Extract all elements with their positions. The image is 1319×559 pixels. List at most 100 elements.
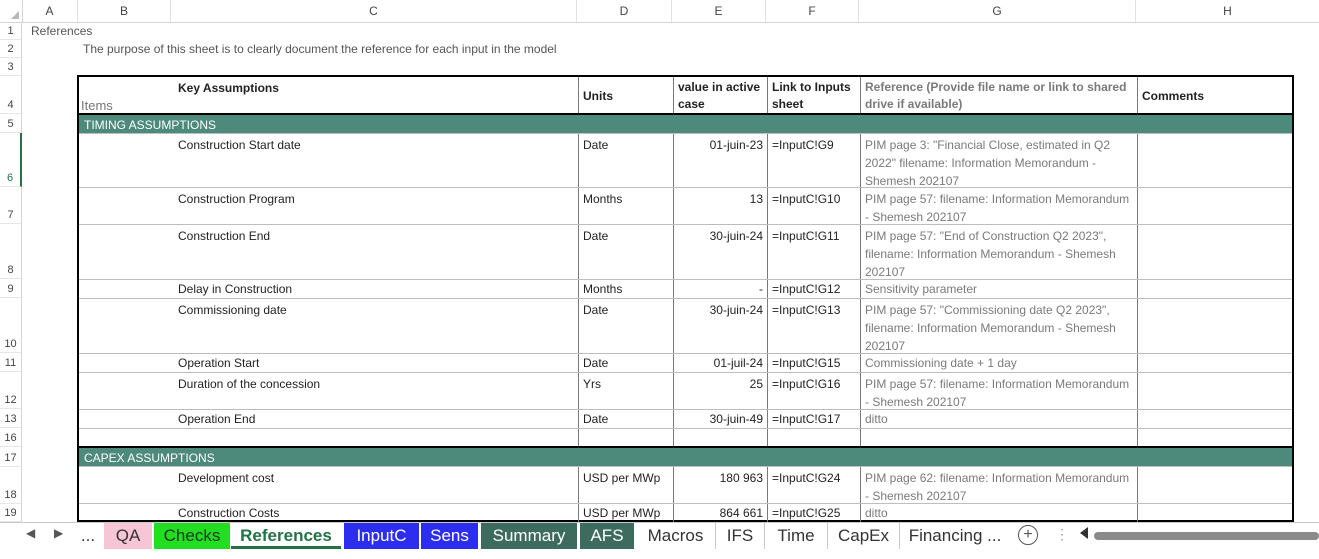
- sheet-title[interactable]: References: [31, 24, 92, 38]
- tab-split-handle-icon[interactable]: ⋮: [1055, 526, 1069, 543]
- value-cell[interactable]: 30-juin-24: [674, 299, 768, 353]
- units-cell[interactable]: Date: [579, 225, 674, 279]
- units-cell[interactable]: Months: [579, 280, 674, 298]
- row-header[interactable]: 12: [0, 372, 22, 409]
- tab-checks[interactable]: Checks: [154, 523, 230, 549]
- table-row[interactable]: Delay in Construction Months - =InputC!G…: [79, 280, 1292, 299]
- column-header-d[interactable]: D: [577, 0, 672, 22]
- assumption-label[interactable]: Duration of the concession: [79, 373, 579, 409]
- units-cell[interactable]: Date: [579, 354, 674, 372]
- units-cell[interactable]: Date: [579, 410, 674, 428]
- row-header[interactable]: 7: [0, 187, 22, 224]
- table-row[interactable]: Construction Start date Date 01-juin-23 …: [79, 134, 1292, 188]
- tab-summary[interactable]: Summary: [481, 523, 577, 549]
- table-row[interactable]: Construction Program Months 13 =InputC!G…: [79, 188, 1292, 225]
- table-row[interactable]: Commissioning date Date 30-juin-24 =Inpu…: [79, 299, 1292, 354]
- table-row[interactable]: Duration of the concession Yrs 25 =Input…: [79, 373, 1292, 410]
- tab-sens[interactable]: Sens: [421, 523, 478, 549]
- tab-macros[interactable]: Macros: [636, 523, 716, 549]
- reference-cell[interactable]: PIM page 57: "End of Construction Q2 202…: [861, 225, 1138, 279]
- row-header[interactable]: 9: [0, 279, 22, 298]
- tab-financing[interactable]: Financing ...: [900, 523, 1010, 549]
- reference-cell[interactable]: Commissioning date + 1 day: [861, 354, 1138, 372]
- empty-cell[interactable]: [768, 429, 861, 446]
- comments-cell[interactable]: [1138, 280, 1292, 298]
- horizontal-scrollbar[interactable]: [1094, 532, 1319, 540]
- row-header[interactable]: 8: [0, 224, 22, 279]
- table-row-empty[interactable]: [79, 429, 1292, 448]
- header-reference[interactable]: Reference (Provide file name or link to …: [861, 77, 1138, 113]
- assumption-label[interactable]: Delay in Construction: [79, 280, 579, 298]
- tab-afs[interactable]: AFS: [580, 523, 634, 549]
- header-units[interactable]: Units: [579, 77, 674, 113]
- empty-cell[interactable]: [674, 429, 768, 446]
- value-cell[interactable]: 30-juin-24: [674, 225, 768, 279]
- link-cell[interactable]: =InputC!G9: [768, 134, 861, 187]
- comments-cell[interactable]: [1138, 134, 1292, 187]
- reference-cell[interactable]: ditto: [861, 410, 1138, 428]
- table-row[interactable]: Operation Start Date 01-juil-24 =InputC!…: [79, 354, 1292, 373]
- header-comments[interactable]: Comments: [1138, 77, 1292, 113]
- link-cell[interactable]: =InputC!G11: [768, 225, 861, 279]
- row-header[interactable]: 19: [0, 504, 22, 522]
- triangle-right-icon[interactable]: ▶: [54, 526, 63, 540]
- empty-cell[interactable]: [79, 429, 579, 446]
- units-cell[interactable]: Yrs: [579, 373, 674, 409]
- link-cell[interactable]: =InputC!G10: [768, 188, 861, 224]
- link-cell[interactable]: =InputC!G24: [768, 467, 861, 503]
- table-row[interactable]: Operation End Date 30-juin-49 =InputC!G1…: [79, 410, 1292, 429]
- tab-references[interactable]: References: [231, 523, 341, 549]
- column-header-f[interactable]: F: [766, 0, 859, 22]
- assumption-label[interactable]: Commissioning date: [79, 299, 579, 353]
- reference-cell[interactable]: PIM page 3: "Financial Close, estimated …: [861, 134, 1138, 187]
- empty-cell[interactable]: [1138, 429, 1292, 446]
- empty-cell[interactable]: [861, 429, 1138, 446]
- assumption-label[interactable]: Operation End: [79, 410, 579, 428]
- select-all-corner[interactable]: [0, 0, 23, 22]
- assumption-label[interactable]: Development cost: [79, 467, 579, 503]
- tab-more[interactable]: ...: [72, 523, 104, 549]
- value-cell[interactable]: 01-juin-23: [674, 134, 768, 187]
- plus-circle-icon[interactable]: +: [1018, 525, 1038, 545]
- header-link[interactable]: Link to Inputs sheet: [768, 77, 861, 113]
- row-header[interactable]: 17: [0, 447, 22, 467]
- table-row[interactable]: Construction Costs USD per MWp 864 661 =…: [79, 504, 1292, 522]
- header-value[interactable]: value in active case: [674, 77, 768, 113]
- header-key-assumptions[interactable]: Key Assumptions Items: [79, 77, 579, 113]
- comments-cell[interactable]: [1138, 373, 1292, 409]
- link-cell[interactable]: =InputC!G15: [768, 354, 861, 372]
- reference-cell[interactable]: ditto: [861, 504, 1138, 522]
- comments-cell[interactable]: [1138, 354, 1292, 372]
- units-cell[interactable]: Date: [579, 134, 674, 187]
- comments-cell[interactable]: [1138, 410, 1292, 428]
- comments-cell[interactable]: [1138, 467, 1292, 503]
- triangle-left-icon[interactable]: ◀: [26, 526, 35, 540]
- comments-cell[interactable]: [1138, 504, 1292, 522]
- link-cell[interactable]: =InputC!G16: [768, 373, 861, 409]
- row-header[interactable]: 3: [0, 58, 22, 76]
- assumption-label[interactable]: Construction Start date: [79, 134, 579, 187]
- link-cell[interactable]: =InputC!G17: [768, 410, 861, 428]
- row-header-selected[interactable]: 6: [0, 133, 22, 187]
- reference-cell[interactable]: PIM page 57: "Commissioning date Q2 2023…: [861, 299, 1138, 353]
- scroll-left-icon[interactable]: [1080, 527, 1088, 539]
- row-header[interactable]: 16: [0, 428, 22, 447]
- link-cell[interactable]: =InputC!G12: [768, 280, 861, 298]
- assumption-label[interactable]: Operation Start: [79, 354, 579, 372]
- units-cell[interactable]: USD per MWp: [579, 504, 674, 522]
- row-header[interactable]: 13: [0, 409, 22, 428]
- tab-qa[interactable]: QA: [104, 523, 152, 549]
- table-row[interactable]: Development cost USD per MWp 180 963 =In…: [79, 467, 1292, 504]
- row-header[interactable]: 10: [0, 298, 22, 353]
- assumption-label[interactable]: Construction End: [79, 225, 579, 279]
- value-cell[interactable]: 01-juil-24: [674, 354, 768, 372]
- sheet-subtitle[interactable]: The purpose of this sheet is to clearly …: [83, 42, 557, 56]
- link-cell[interactable]: =InputC!G25: [768, 504, 861, 522]
- value-cell[interactable]: 180 963: [674, 467, 768, 503]
- column-header-e[interactable]: E: [672, 0, 766, 22]
- section-row-timing[interactable]: TIMING ASSUMPTIONS: [79, 115, 1292, 134]
- assumption-label[interactable]: Construction Program: [79, 188, 579, 224]
- column-header-g[interactable]: G: [859, 0, 1136, 22]
- reference-cell[interactable]: PIM page 57: filename: Information Memor…: [861, 373, 1138, 409]
- row-header[interactable]: 2: [0, 40, 22, 58]
